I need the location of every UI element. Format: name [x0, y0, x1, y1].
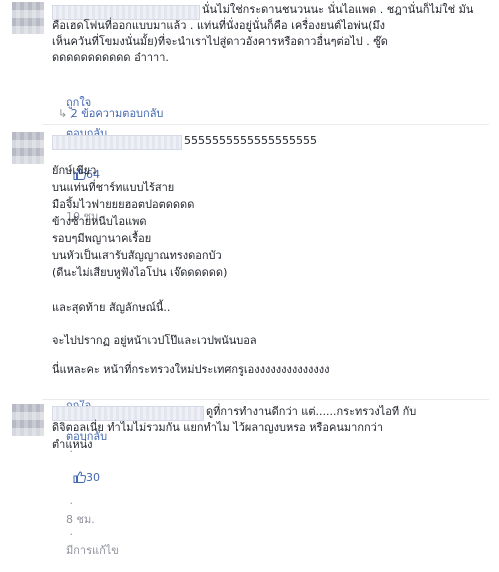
separator: · [66, 497, 77, 510]
comment-text-line: นี่แหละคะ หน้าที่กระทรวงใหม่ประเทศกรูเอง… [52, 363, 330, 376]
commenter-name-redacted[interactable] [52, 406, 204, 421]
timestamp[interactable]: 8 ชม. [66, 513, 95, 526]
comment-text-line: รอบๆมีพญานาคเรื้อย [52, 232, 152, 245]
avatar[interactable] [12, 132, 44, 164]
view-replies-link[interactable]: ↳ 2 ข้อความตอบกลับ [58, 104, 163, 122]
avatar[interactable] [12, 404, 44, 436]
edited-label[interactable]: มีการแก้ไข [66, 544, 119, 557]
divider [42, 124, 489, 125]
comment-text-line: ยักษ์เขียว [52, 164, 97, 177]
comment-text-line: ข้างซ้ายหนีบไอแพด [52, 215, 147, 228]
comment-1: นั่นไม่ใช่กระดานชนวนนะ นั่นไอแพด . ชฎานั… [0, 0, 499, 223]
comment-text-line: บนแท่นที่ชาร์ทแบบไร้สาย [52, 181, 175, 194]
like-count[interactable]: 30 [52, 471, 100, 497]
avatar[interactable] [12, 2, 44, 34]
comment-2: 5555555555555555555 ยักษ์เขียว บนแท่นที่… [0, 128, 499, 557]
reply-arrow-icon: ↳ [58, 107, 68, 120]
separator: · [66, 528, 77, 541]
commenter-name-redacted[interactable] [52, 135, 182, 150]
comment-text-line: มือจิ้มไวฟายยยฮอตปอตดดดด [52, 198, 195, 211]
comment-text-line: บนหัวเป็นเสารับสัญญาณทรงดอกบัว [52, 249, 222, 262]
comment-text-line: (ดีนะไม่เสียบหูฟังไอโปน เจ๊ดดดดดด) [52, 266, 228, 279]
comment-text-line: และสุดท้าย สัญลักษณ์นี้.. [52, 301, 171, 314]
comment-text-head: 5555555555555555555 [184, 134, 317, 147]
comment-text-line: จะไปปรากฏ อยู่หน้าเวปโป๊และเวปพนันบอล [52, 334, 257, 347]
thumbs-up-icon [73, 471, 86, 483]
comment-3: ดูที่การทำงานดีกว่า แต่......กระทรวงไอที… [0, 400, 499, 465]
comment-text-line: คือเฮดโฟนที่ออกแบบมาแล้ว . แท่นที่นั่งอย… [52, 19, 386, 32]
like-count-value: 30 [85, 471, 100, 484]
replies-count-label: 2 ข้อความตอบกลับ [70, 107, 164, 120]
comment-text-line: ตำแหน่ง [52, 438, 93, 451]
comment-text-line: เห็นควันที่โขมงนั่นมั้ย)ที่จะนำเราไปสู่ด… [52, 35, 388, 48]
comment-text-line: ดิจิตอลเนี่ย ทำไมไม่รวมกัน แยกทำไม ไว้ผล… [52, 421, 384, 434]
comment-text-head: ดูที่การทำงานดีกว่า แต่......กระทรวงไอที… [206, 405, 417, 418]
comment-text-line: ดดดดดดดดดดด อ๋าาาา. [52, 51, 169, 64]
comment-text-head: นั่นไม่ใช่กระดานชนวนนะ นั่นไอแพด . ชฎานั… [202, 3, 474, 16]
